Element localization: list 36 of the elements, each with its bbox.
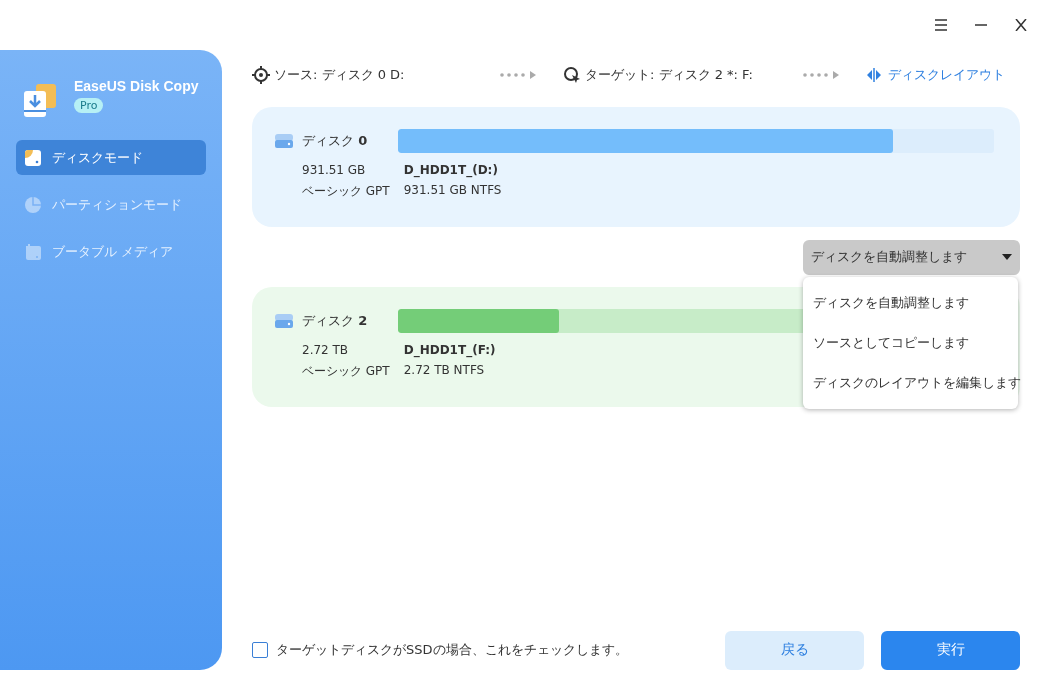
volume-name: D_HDD1T_(F:)	[403, 343, 496, 357]
volume-detail: 931.51 GB NTFS	[403, 183, 502, 199]
close-icon[interactable]	[1014, 19, 1028, 31]
disk-copy-logo-icon	[22, 82, 58, 118]
checkbox[interactable]	[252, 642, 268, 658]
target-label: ターゲット: ディスク 2 *: F:	[585, 66, 754, 84]
volume-detail: 2.72 TB NTFS	[403, 363, 485, 379]
disk-size: 2.72 TB	[302, 343, 349, 357]
volume-name: D_HDD1T_(D:)	[403, 163, 498, 177]
disk-type: ベーシック GPT	[302, 363, 390, 380]
source-label: ソース: ディスク 0 D:	[274, 66, 406, 84]
caret-icon	[1002, 254, 1012, 260]
split-arrows-icon	[866, 68, 882, 82]
pie-chart-icon	[24, 195, 42, 214]
disk-layout-link[interactable]: ディスクレイアウト	[866, 66, 1005, 84]
disk-name: ディスク 0	[302, 132, 369, 150]
target-crosshair-icon	[252, 66, 270, 84]
menu-option[interactable]: ディスクのレイアウトを編集します	[803, 362, 1018, 403]
menu-option[interactable]: ソースとしてコピーします	[803, 322, 1018, 363]
app-name: EaseUS Disk Copy	[74, 78, 199, 94]
drive-icon	[274, 313, 294, 329]
disk-type: ベーシック GPT	[302, 183, 390, 200]
ssd-check-label: ターゲットディスクがSSDの場合、これをチェックします。	[276, 641, 628, 659]
menu-icon[interactable]	[934, 19, 948, 31]
sidebar-item[interactable]: ディスクモード	[16, 140, 206, 175]
menu-option[interactable]: ディスクを自動調整します	[803, 282, 1018, 323]
run-button[interactable]: 実行	[881, 630, 1020, 670]
disk-name: ディスク 2	[302, 312, 369, 330]
disk-mode-icon	[24, 148, 42, 167]
drive-icon	[274, 133, 294, 149]
back-button[interactable]: 戻る	[725, 630, 864, 670]
add-drive-icon	[24, 242, 42, 261]
layout-dropdown[interactable]: ディスクを自動調整します	[803, 239, 1020, 275]
disk-size: 931.51 GB	[302, 163, 366, 177]
target-pointer-icon	[563, 66, 581, 84]
edition-badge: Pro	[74, 98, 104, 113]
